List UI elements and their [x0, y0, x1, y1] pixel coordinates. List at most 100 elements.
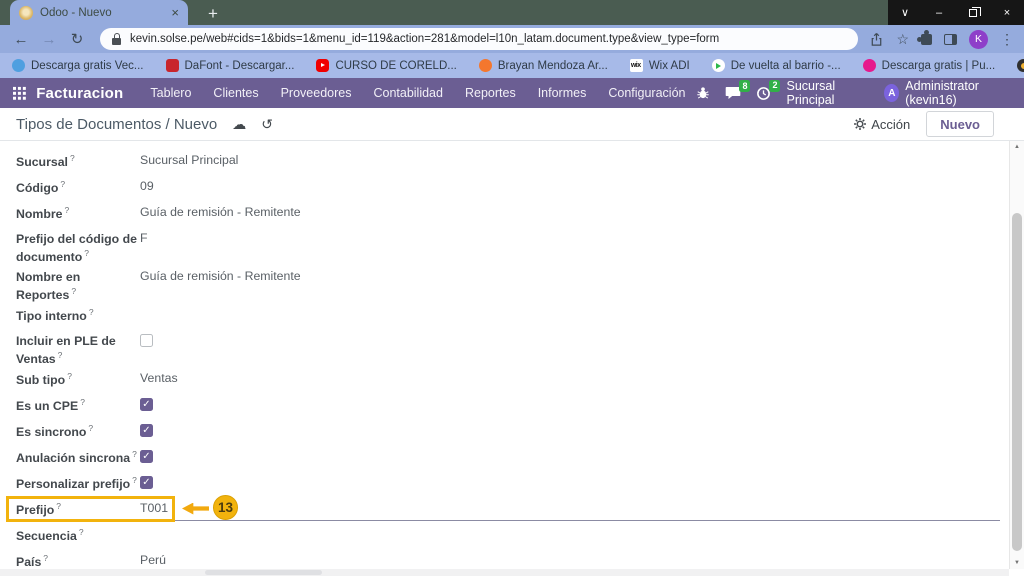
- reload-button[interactable]: ↻: [66, 32, 88, 47]
- field-label: Prefijo del código de documento?: [16, 232, 137, 265]
- browser-profile-avatar[interactable]: K: [969, 29, 988, 49]
- new-tab-button[interactable]: +: [208, 5, 218, 22]
- app-name[interactable]: Facturacion: [36, 85, 123, 102]
- menu-item-contabilidad[interactable]: Contabilidad: [362, 86, 454, 100]
- field-label: Incluir en PLE de Ventas?: [16, 333, 116, 366]
- forward-button[interactable]: →: [38, 32, 60, 47]
- field-value[interactable]: T001: [140, 499, 1008, 515]
- bookmark-label: CURSO DE CORELD...: [335, 59, 457, 72]
- field-label: Tipo interno?: [16, 306, 94, 323]
- field-value[interactable]: Guía de remisión - Remitente: [140, 203, 1008, 219]
- window-restore-button[interactable]: [956, 0, 990, 25]
- checkbox-checked[interactable]: ✓: [140, 397, 153, 411]
- window-menu-button[interactable]: ∨: [888, 0, 922, 25]
- bookmark-star-icon[interactable]: ☆: [896, 32, 909, 46]
- extensions-icon[interactable]: [917, 29, 932, 45]
- bookmark-item[interactable]: Descarga gratis | Pu...: [862, 59, 995, 72]
- horizontal-scrollbar[interactable]: [0, 569, 1009, 576]
- bookmark-item[interactable]: DaFont - Descargar...: [165, 59, 295, 72]
- field-label: Anulación sincrona?: [16, 448, 137, 465]
- field-label: Código?: [16, 179, 66, 196]
- vertical-scrollbar[interactable]: ▲ ▼: [1009, 141, 1024, 569]
- field-value[interactable]: Perú: [140, 551, 1008, 567]
- vertical-scrollbar-thumb[interactable]: [1012, 213, 1022, 551]
- browser-tab[interactable]: Odoo - Nuevo ×: [10, 0, 188, 25]
- checkbox-checked[interactable]: ✓: [140, 423, 153, 437]
- checkbox-unchecked[interactable]: [140, 333, 153, 347]
- bookmark-item[interactable]: Wix ADI: [629, 59, 690, 72]
- document-type-form: Sucursal? Sucursal Principal Código? 09 …: [0, 141, 1024, 576]
- app-menu-bar: Tablero Clientes Proveedores Contabilidad Re…: [139, 86, 696, 100]
- field-label: Secuencia?: [16, 526, 84, 543]
- bookmarks-bar: » Otros marcadores Descarga gratis Vec..…: [0, 53, 1024, 78]
- apps-grid-icon[interactable]: [13, 86, 26, 101]
- help-marker: ?: [84, 248, 89, 259]
- bookmark-item[interactable]: Descarga gratis Vec...: [12, 59, 144, 72]
- bookmark-item[interactable]: CURSO DE CORELD...: [316, 59, 457, 72]
- menu-item-reportes[interactable]: Reportes: [454, 86, 527, 100]
- window-close-button[interactable]: ×: [990, 0, 1024, 25]
- debug-bug-icon[interactable]: [696, 86, 710, 100]
- bookmark-item[interactable]: De vuelta al barrio -...: [711, 59, 841, 72]
- field-value[interactable]: ✓: [140, 395, 1008, 411]
- breadcrumb[interactable]: Tipos de Documentos / Nuevo: [16, 116, 217, 133]
- field-value[interactable]: 09: [140, 177, 1008, 193]
- new-button[interactable]: Nuevo: [926, 111, 994, 137]
- action-menu-button[interactable]: Acción: [854, 117, 910, 132]
- field-label: Sub tipo?: [16, 370, 72, 387]
- menu-item-proveedores[interactable]: Proveedores: [270, 86, 363, 100]
- field-value[interactable]: [140, 525, 1008, 527]
- bookmark-favicon-icon: [165, 59, 179, 72]
- menu-item-tablero[interactable]: Tablero: [139, 86, 202, 100]
- field-label: Sucursal?: [16, 153, 75, 170]
- help-marker: ?: [132, 448, 137, 459]
- company-selector[interactable]: Sucursal Principal: [786, 79, 869, 107]
- field-value[interactable]: F: [140, 229, 1008, 245]
- scroll-up-icon[interactable]: ▲: [1010, 141, 1024, 153]
- help-marker: ?: [80, 396, 85, 407]
- menu-item-clientes[interactable]: Clientes: [202, 86, 269, 100]
- user-avatar: A: [884, 84, 900, 102]
- bookmark-item[interactable]: Brayan Mendoza Ar...: [478, 59, 608, 72]
- tab-close-icon[interactable]: ×: [171, 6, 179, 19]
- checkbox-checked[interactable]: ✓: [140, 449, 153, 463]
- field-value[interactable]: Ventas: [140, 369, 1008, 385]
- side-panel-icon[interactable]: [944, 33, 957, 45]
- messages-badge: 8: [739, 80, 751, 92]
- help-marker: ?: [71, 286, 77, 297]
- activities-clock-icon[interactable]: 2: [756, 79, 781, 101]
- bookmark-item[interactable]: Punto de venta Ven...: [1017, 59, 1024, 72]
- field-label: Nombre?: [16, 205, 70, 222]
- form-field-row: Prefijo? T001 13: [6, 494, 1008, 525]
- restore-icon: [969, 6, 981, 17]
- bookmark-favicon-icon: [1017, 59, 1024, 72]
- user-name: Administrator (kevin16): [905, 79, 979, 107]
- horizontal-scrollbar-thumb[interactable]: [205, 570, 322, 575]
- field-value[interactable]: ✓: [140, 473, 1008, 489]
- field-value[interactable]: ✓: [140, 447, 1008, 463]
- lock-icon[interactable]: [112, 32, 121, 45]
- form-field-row: Código? 09: [16, 177, 1008, 203]
- browser-menu-icon[interactable]: ⋮: [1000, 31, 1014, 48]
- back-button[interactable]: ←: [10, 32, 32, 47]
- field-value[interactable]: Sucursal Principal: [140, 151, 1008, 167]
- bookmark-label: De vuelta al barrio -...: [730, 59, 841, 72]
- field-value[interactable]: [140, 331, 1008, 347]
- menu-item-configuracion[interactable]: Configuración: [597, 86, 696, 100]
- menu-item-informes[interactable]: Informes: [527, 86, 598, 100]
- window-minimize-button[interactable]: –: [922, 0, 956, 25]
- scroll-down-icon[interactable]: ▼: [1010, 557, 1024, 569]
- checkbox-checked[interactable]: ✓: [140, 475, 153, 489]
- field-value[interactable]: [140, 305, 1008, 307]
- form-field-row: Nombre en Reportes? Guía de remisión - R…: [16, 267, 1008, 305]
- discard-undo-icon[interactable]: ↺: [261, 117, 273, 131]
- field-value[interactable]: ✓: [140, 421, 1008, 437]
- share-icon[interactable]: [869, 32, 884, 47]
- help-marker: ?: [78, 526, 84, 537]
- user-menu[interactable]: A Administrator (kevin16): [884, 79, 1011, 107]
- field-value[interactable]: Guía de remisión - Remitente: [140, 267, 1008, 283]
- messages-icon[interactable]: 8: [725, 80, 751, 100]
- save-cloud-icon[interactable]: ☁: [232, 117, 246, 131]
- address-bar[interactable]: kevin.solse.pe/web#cids=1&bids=1&menu_id…: [100, 28, 858, 50]
- bookmark-label: DaFont - Descargar...: [184, 59, 295, 72]
